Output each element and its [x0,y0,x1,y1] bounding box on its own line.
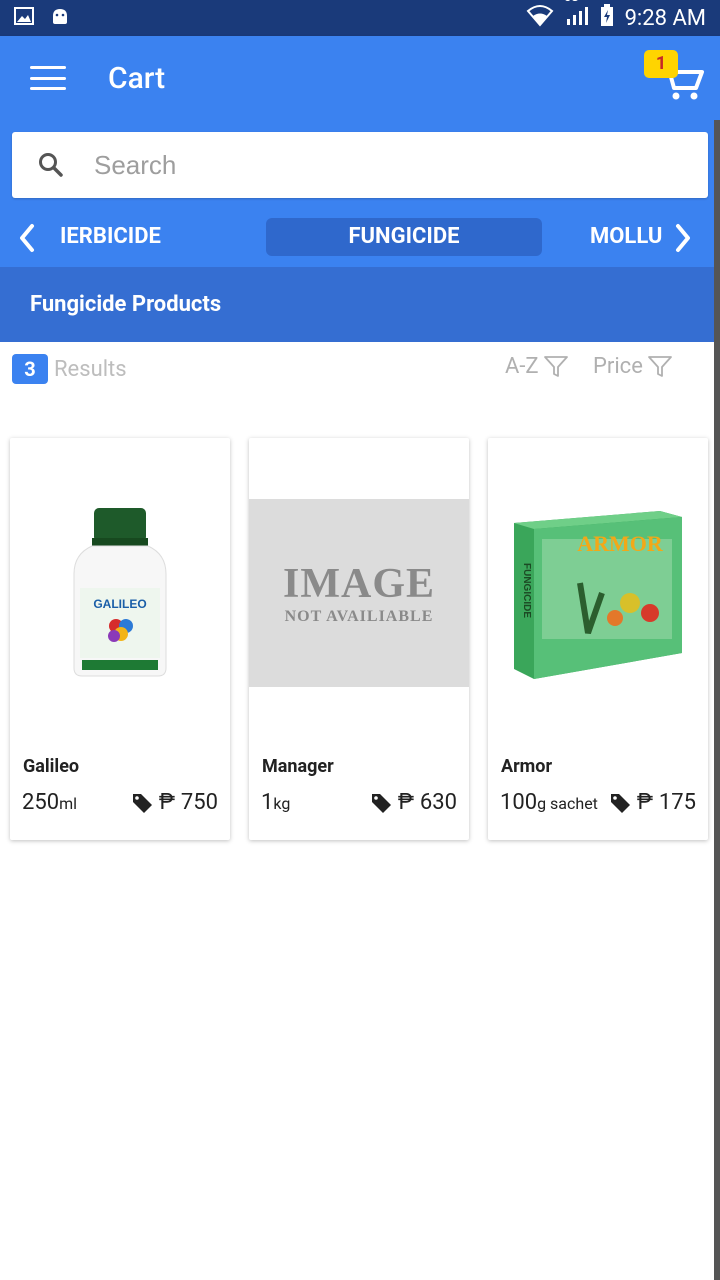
image-not-available-title: IMAGE [283,561,435,607]
chevron-right-icon [676,224,690,252]
android-icon [50,6,70,30]
svg-text:ARMOR: ARMOR [577,531,664,556]
tab-molluscicide[interactable]: MOLLU [590,218,662,256]
results-summary: 3 Results [12,354,127,384]
network-type-label: 3G [565,0,579,4]
product-size: 1kg [261,790,291,815]
product-name: Armor [501,756,553,777]
category-tabs: IERBICIDE FUNGICIDE MOLLU [0,210,720,266]
sort-price-button[interactable]: Price [593,354,673,379]
section-title: Fungicide Products [0,267,720,342]
search-bar[interactable] [12,132,708,198]
status-bar: 3G 9:28 AM [0,0,720,36]
tab-herbicide[interactable]: IERBICIDE [60,218,170,256]
price-tag-icon [371,793,391,813]
search-input[interactable] [94,149,654,181]
gallery-icon [14,7,34,29]
image-not-available-subtitle: NOT AVAILIABLE [284,608,434,625]
search-icon [39,153,63,177]
tabs-next-button[interactable] [662,210,712,266]
sort-az-button[interactable]: A-Z [505,354,569,379]
product-name: Galileo [23,756,80,777]
svg-text:FUNGICIDE: FUNGICIDE [521,563,532,618]
sort-price-label: Price [593,354,643,379]
product-image: ARMOR FUNGICIDE [488,438,708,748]
sort-az-label: A-Z [505,354,539,379]
price-tag-icon [132,793,152,813]
product-card[interactable]: ARMOR FUNGICIDE Armor 100g sachet ₱ 175 [488,438,708,840]
tab-fungicide[interactable]: FUNGICIDE [266,218,542,256]
cart-count-badge: 1 [644,50,678,78]
price-tag-icon [610,793,630,813]
product-name: Manager [262,756,334,777]
results-label: Results [54,356,127,382]
product-card[interactable]: GALILEO Galileo 250ml ₱ 750 [10,438,230,840]
product-image-placeholder: IMAGE NOT AVAILIABLE [249,438,469,748]
product-price: ₱ 175 [609,790,696,815]
product-card[interactable]: IMAGE NOT AVAILIABLE Manager 1kg ₱ 630 [249,438,469,840]
search-region: IERBICIDE FUNGICIDE MOLLU [0,120,720,267]
results-count-badge: 3 [12,354,48,384]
svg-text:GALILEO: GALILEO [93,597,146,611]
product-price: ₱ 630 [370,790,457,815]
page-title: Cart [108,60,166,96]
filter-icon [647,355,672,377]
battery-icon [599,3,615,33]
tabs-prev-button[interactable] [8,210,58,266]
product-size: 100g sachet [500,790,598,815]
product-size: 250ml [22,790,78,815]
filter-icon [543,355,568,377]
chevron-left-icon [20,224,34,252]
app-bar: Cart 1 [0,36,720,120]
menu-icon[interactable] [30,66,66,90]
wifi-icon [525,3,555,33]
scroll-edge [714,120,720,1280]
product-price: ₱ 750 [131,790,218,815]
signal-icon: 3G [565,0,589,33]
clock: 9:28 AM [624,5,706,31]
product-image: GALILEO [10,438,230,748]
cart-button[interactable]: 1 [644,50,704,102]
